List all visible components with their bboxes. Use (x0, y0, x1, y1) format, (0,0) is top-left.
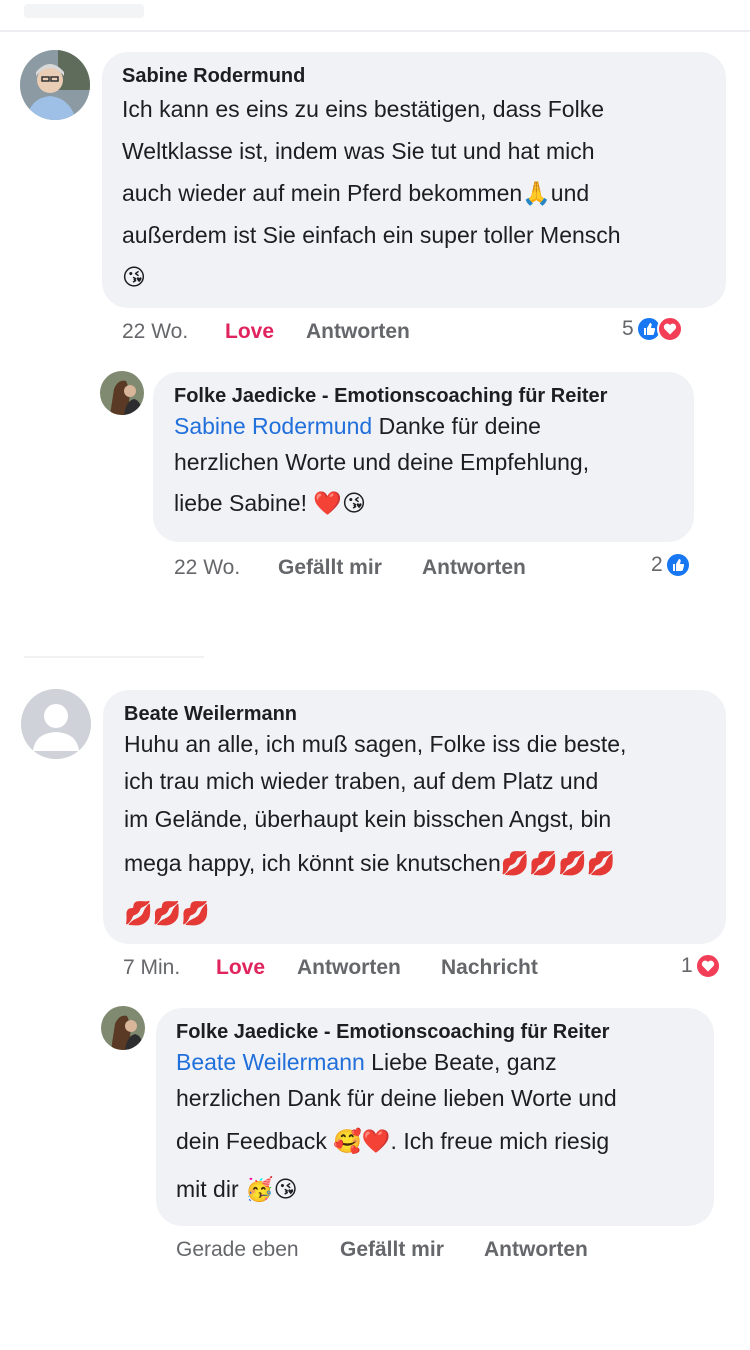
avatar-folke[interactable] (101, 1006, 145, 1050)
reaction-count: 5 (622, 317, 634, 340)
divider (0, 30, 750, 32)
comment-author[interactable]: Beate Weilermann (124, 702, 706, 726)
comment-bubble-beate[interactable]: Beate Weilermann Huhu an alle, ich muß s… (103, 690, 726, 944)
divider (24, 656, 204, 658)
love-button[interactable]: Love (225, 320, 274, 344)
comment-author[interactable]: Folke Jaedicke - Emotionscoaching für Re… (174, 384, 674, 408)
reply-text-line: dein Feedback 🥰❤️. Ich freue mich riesig (176, 1128, 610, 1154)
reply-bubble-folke[interactable]: Folke Jaedicke - Emotionscoaching für Re… (156, 1008, 714, 1226)
comment-text-line: im Gelände, überhaupt kein bisschen Angs… (124, 806, 612, 832)
heart-icon (656, 316, 683, 342)
reply-text-line: liebe Sabine! ❤️😘 (174, 490, 366, 516)
reply-bubble-folke[interactable]: Folke Jaedicke - Emotionscoaching für Re… (153, 372, 694, 542)
reply-button[interactable]: Antworten (306, 320, 410, 344)
mention-link[interactable]: Beate Weilermann (176, 1049, 365, 1075)
timestamp[interactable]: 22 Wo. (122, 320, 188, 344)
reply-text: Liebe Beate, ganz (364, 1049, 557, 1075)
reply-actions: 22 Wo. Gefällt mir Antworten (174, 556, 674, 582)
love-button[interactable]: Love (216, 956, 265, 980)
comment-text-line: mega happy, ich könnt sie knutschen💋💋💋💋 (124, 850, 616, 876)
reply-button[interactable]: Antworten (297, 956, 401, 980)
timestamp[interactable]: 7 Min. (123, 956, 180, 980)
avatar-beate[interactable] (21, 689, 91, 759)
comment-actions: 7 Min. Love Antworten Nachricht (123, 956, 683, 982)
avatar-folke[interactable] (100, 371, 144, 415)
message-button[interactable]: Nachricht (441, 956, 538, 980)
horse-photo-icon (101, 1006, 145, 1050)
comment-author[interactable]: Folke Jaedicke - Emotionscoaching für Re… (176, 1020, 694, 1044)
mention-link[interactable]: Sabine Rodermund (174, 413, 372, 439)
person-photo-icon (20, 50, 90, 120)
comment-text-line: 😘 (122, 264, 146, 290)
comment-text-line: Huhu an alle, ich muß sagen, Folke iss d… (124, 731, 627, 757)
reaction-summary[interactable]: 5 (622, 316, 683, 342)
timestamp[interactable]: 22 Wo. (174, 556, 240, 580)
avatar-sabine[interactable] (20, 50, 90, 120)
thumbs-up-icon (664, 552, 691, 578)
reaction-summary[interactable]: 1 (681, 953, 721, 979)
reply-button[interactable]: Antworten (484, 1238, 588, 1262)
comment-bubble-sabine[interactable]: Sabine Rodermund Ich kann es eins zu ein… (102, 52, 726, 308)
like-button[interactable]: Gefällt mir (340, 1238, 444, 1262)
comment-text-line: ich trau mich wieder traben, auf dem Pla… (124, 768, 599, 794)
reply-text-line: Beate Weilermann Liebe Beate, ganz (176, 1044, 694, 1080)
comment-text-line: auch wieder auf mein Pferd bekommen🙏und (122, 180, 590, 206)
reply-text-line: herzlichen Worte und deine Empfehlung, (174, 449, 590, 475)
reply-text: Danke für deine (372, 413, 541, 439)
reaction-summary[interactable]: 2 (651, 552, 691, 578)
reaction-count: 1 (681, 954, 693, 977)
comment-text-line: Ich kann es eins zu eins bestätigen, das… (122, 96, 605, 122)
horse-photo-icon (100, 371, 144, 415)
comment-author[interactable]: Sabine Rodermund (122, 64, 706, 88)
reply-text-line: mit dir 🥳😘 (176, 1176, 298, 1202)
timestamp[interactable]: Gerade eben (176, 1238, 299, 1262)
reply-text-line: Sabine Rodermund Danke für deine (174, 408, 674, 444)
reply-button[interactable]: Antworten (422, 556, 526, 580)
default-profile-icon (21, 689, 91, 759)
like-button[interactable]: Gefällt mir (278, 556, 382, 580)
reply-actions: Gerade eben Gefällt mir Antworten (176, 1238, 676, 1264)
reply-text-line: herzlichen Dank für deine lieben Worte u… (176, 1085, 617, 1111)
comment-text-line: 💋💋💋 (124, 900, 210, 926)
comment-text-line: außerdem ist Sie einfach ein super tolle… (122, 222, 621, 248)
comment-text-line: Weltklasse ist, indem was Sie tut und ha… (122, 138, 595, 164)
reaction-count: 2 (651, 553, 663, 576)
previous-content-placeholder (24, 4, 144, 18)
heart-icon (694, 953, 721, 979)
